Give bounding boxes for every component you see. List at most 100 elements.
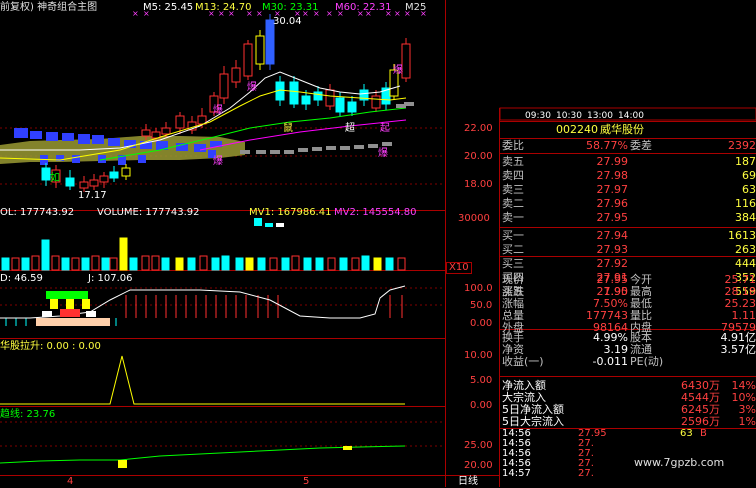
kdj-block (36, 318, 110, 326)
kdj-block (50, 299, 58, 309)
annotation: 起 (380, 123, 390, 134)
volume-bar (257, 257, 266, 271)
date-axis-label: 5 (303, 476, 310, 487)
candle-body (109, 171, 119, 179)
price-tick: 18.00 (464, 179, 493, 190)
ask-volume: 63 (742, 183, 756, 196)
ask-volume: 69 (742, 169, 756, 182)
volume-bar (245, 257, 254, 271)
tick-row: 14:56 27.95 63 B (500, 429, 756, 439)
tick-price: 27. (578, 468, 594, 479)
band-bar (46, 132, 58, 141)
m250-label: M25 (405, 2, 427, 13)
annotation: 爆 (247, 82, 257, 93)
band-bar (78, 134, 90, 144)
tick-row: 14:57 27. (500, 469, 756, 479)
volume-bar (281, 257, 290, 271)
indicator-tick: 10.00 (464, 350, 493, 361)
trend-tick: 25.00 (464, 440, 493, 451)
weibi-value: 58.77% (586, 139, 628, 152)
flow-row: 5日大宗流入 2596万 1% (500, 415, 756, 429)
volume-bar (101, 257, 110, 271)
kdj-tick: 0.00 (470, 318, 493, 329)
flow-label: 5日大宗流入 (502, 415, 564, 428)
gray-dash (240, 150, 250, 154)
flow-value: 2596万 (681, 415, 720, 428)
bid-price: 27.92 (596, 257, 629, 270)
top-marker: × (132, 9, 139, 18)
trend-tick: 20.00 (464, 460, 493, 471)
band-bar (30, 131, 42, 139)
gray-dash (256, 150, 266, 154)
candle-body (89, 179, 99, 187)
candle-body (65, 177, 75, 187)
ask-row: 卖四 27.98 69 (500, 169, 756, 183)
ask-row: 卖五 27.99 187 (500, 155, 756, 169)
volume-bar (291, 255, 300, 271)
volume-bar (21, 257, 30, 271)
intraday-time-label: 13:00 (587, 111, 613, 121)
bid-volume: 263 (735, 243, 756, 256)
volume-bar (221, 255, 230, 271)
kdj-tick: 50.0 (470, 300, 493, 311)
kdj-tick: 100.0 (464, 283, 493, 294)
volume-bars (1, 218, 406, 271)
ask-volume: 116 (735, 197, 756, 210)
ask-price: 27.99 (596, 155, 629, 168)
ask-row: 卖三 27.97 63 (500, 183, 756, 197)
date-axis-label: 4 (67, 476, 74, 487)
volume-bar (373, 257, 382, 271)
candle-body (313, 91, 323, 101)
volume-bar (361, 255, 370, 271)
volume-bar (161, 257, 170, 271)
weicha-label: 委差 (630, 139, 652, 152)
m13-label: M13: 24.70 (195, 2, 252, 13)
tick-flag: B (700, 428, 707, 439)
gray-dash (340, 146, 350, 150)
bid-volume: 444 (735, 257, 756, 270)
volume-bar (175, 257, 184, 271)
ask-label: 卖四 (502, 169, 524, 182)
m60-label: M60: 22.31 (335, 2, 392, 13)
watermark: www.7gpzb.com (634, 456, 725, 469)
volume-bar (61, 257, 70, 271)
band-bar (72, 155, 80, 163)
volume-bar (339, 257, 348, 271)
ask-label: 卖三 (502, 183, 524, 196)
trend-marker (118, 460, 127, 468)
volume-bar (397, 257, 406, 271)
ask-label: 卖一 (502, 211, 524, 224)
lift-indicator (0, 355, 405, 405)
period-tab[interactable]: 日线 (458, 476, 478, 488)
kdj-j-label: J: 107.06 (88, 273, 133, 284)
bid-price: 27.94 (596, 229, 629, 242)
bid-price: 27.93 (596, 243, 629, 256)
top-marker: × (394, 9, 401, 18)
volume-bar (315, 257, 324, 271)
band-bar (138, 155, 146, 163)
volume-bar (235, 257, 244, 271)
gray-dash (326, 146, 336, 150)
weibi-row: 委比 58.77% 委差 2392 (500, 139, 756, 153)
candlesticks (41, 14, 411, 192)
candle-body (99, 175, 109, 183)
m30-label: M30: 23.31 (262, 2, 319, 13)
kdj-block (82, 299, 90, 309)
candle-body (347, 101, 357, 113)
volume-bar (187, 257, 196, 271)
ask-label: 卖五 (502, 155, 524, 168)
candle-body (161, 127, 171, 135)
gray-dash (270, 150, 280, 154)
annotation: 爆 (213, 156, 223, 167)
gray-dash (354, 145, 364, 149)
volume-bar (91, 255, 100, 271)
intraday-time-label: 10:30 (556, 111, 582, 121)
annotation: 爆 (378, 148, 388, 159)
ask-price: 27.96 (596, 197, 629, 210)
candle-body (231, 67, 241, 83)
stock-name: 威华股份 (600, 123, 644, 136)
ask-row: 卖二 27.96 116 (500, 197, 756, 211)
volume-bar (41, 239, 50, 271)
high-price-label: 30.04 (273, 16, 302, 27)
candle-body (41, 167, 51, 181)
